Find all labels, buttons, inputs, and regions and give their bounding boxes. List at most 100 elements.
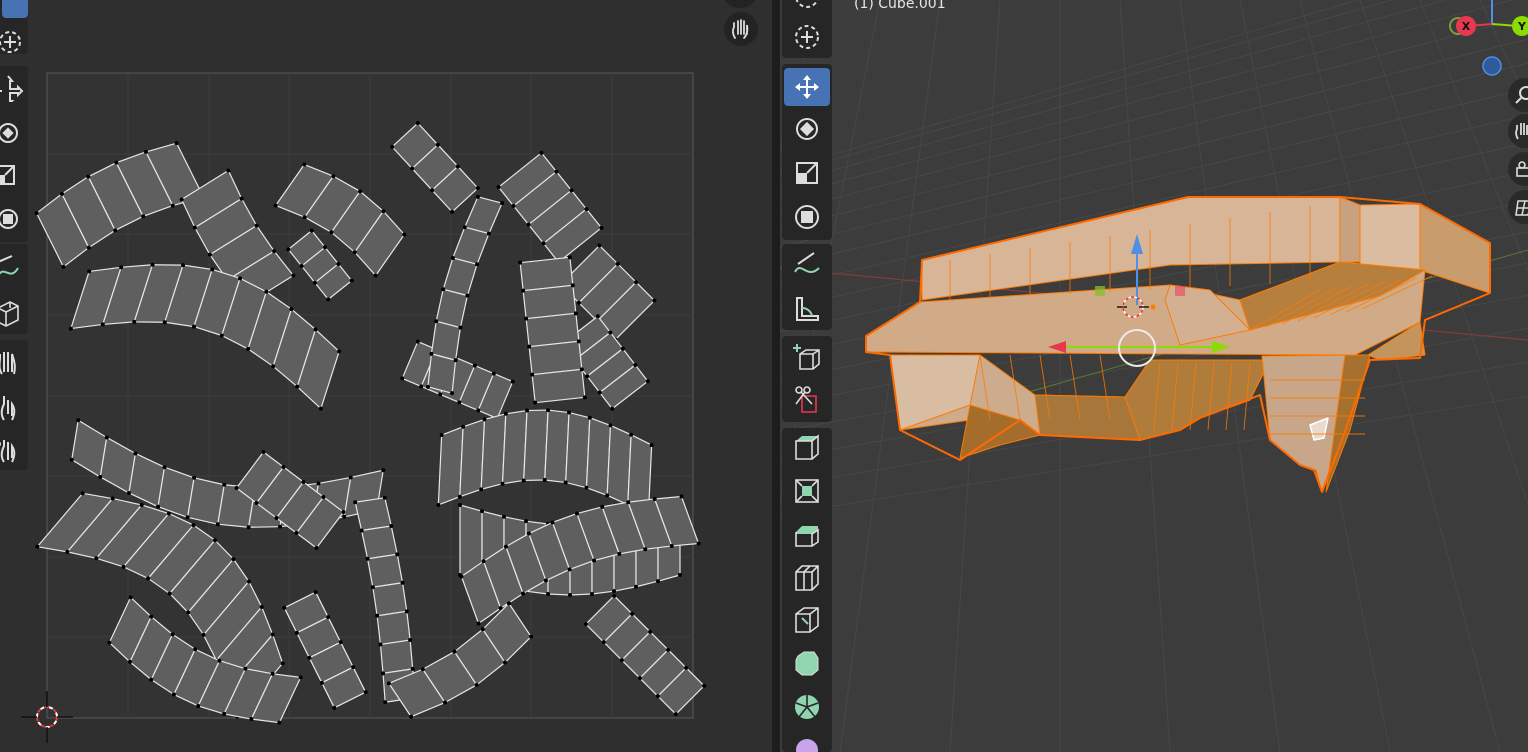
uv-vertex[interactable]	[86, 174, 91, 179]
uv-face[interactable]	[531, 368, 586, 404]
uv-vertex[interactable]	[533, 400, 538, 405]
uv-vertex[interactable]	[280, 661, 285, 666]
uv-editor[interactable]	[0, 0, 772, 752]
uv-vertex[interactable]	[475, 186, 480, 191]
uv-vertex[interactable]	[174, 141, 179, 146]
uv-vertex[interactable]	[143, 149, 148, 154]
uv-vertex[interactable]	[68, 326, 73, 331]
uv-vertex[interactable]	[420, 667, 425, 672]
uv-vertex[interactable]	[207, 252, 212, 257]
uv-vertex[interactable]	[584, 485, 589, 490]
uv-vertex[interactable]	[673, 712, 678, 717]
uv-vertex[interactable]	[617, 551, 622, 556]
uv-vertex[interactable]	[294, 630, 299, 635]
uv-vertex[interactable]	[458, 503, 462, 507]
uv-vertex[interactable]	[541, 241, 546, 246]
uv-vertex[interactable]	[166, 511, 171, 516]
uv-vertex[interactable]	[527, 344, 532, 349]
uv-vertex[interactable]	[567, 567, 572, 572]
uv-face[interactable]	[480, 413, 507, 490]
uv-vertex[interactable]	[119, 265, 124, 270]
uv-vertex[interactable]	[150, 262, 155, 267]
uv-vertex[interactable]	[546, 592, 550, 597]
uv-vertex[interactable]	[307, 655, 312, 660]
uv-vertex[interactable]	[277, 720, 282, 725]
uv-vertex[interactable]	[502, 514, 506, 519]
uv-vertex[interactable]	[652, 298, 657, 303]
uv-vertex[interactable]	[462, 225, 467, 230]
uv-vertex[interactable]	[181, 263, 186, 268]
uv-face[interactable]	[606, 424, 632, 506]
uv-vertex[interactable]	[525, 408, 530, 413]
uv-vertex[interactable]	[465, 293, 470, 298]
uv-vertex[interactable]	[113, 228, 118, 233]
uv-vertex[interactable]	[496, 185, 501, 190]
uv-vertex[interactable]	[222, 711, 227, 716]
uv-vertex[interactable]	[608, 330, 613, 335]
uv-vertex[interactable]	[455, 164, 460, 169]
mesh-object[interactable]	[865, 196, 1491, 493]
uv-vertex[interactable]	[246, 346, 251, 351]
uv-vertex[interactable]	[254, 501, 259, 505]
uv-vertex[interactable]	[563, 480, 568, 485]
uv-vertex[interactable]	[475, 262, 480, 267]
uv-vertex[interactable]	[98, 474, 103, 479]
uv-vertex[interactable]	[472, 363, 477, 368]
uv-vertex[interactable]	[363, 690, 368, 695]
gizmo-y-axis[interactable]: Y	[1512, 16, 1528, 36]
tool-smooth[interactable]	[784, 644, 830, 682]
3d-viewport[interactable]: (1) Cube.001 X Y	[780, 0, 1528, 752]
uv-vertex[interactable]	[86, 245, 91, 250]
uv-vertex[interactable]	[599, 225, 604, 230]
uv-vertex[interactable]	[299, 264, 304, 269]
uv-vertex[interactable]	[480, 627, 485, 632]
uv-vertex[interactable]	[273, 203, 278, 208]
uv-face[interactable]	[372, 582, 408, 617]
uv-face[interactable]	[379, 639, 414, 674]
uv-vertex[interactable]	[133, 451, 138, 456]
uv-face[interactable]	[585, 417, 612, 496]
uv-vertex[interactable]	[597, 390, 602, 395]
uv-vertex[interactable]	[281, 465, 286, 469]
uv-vertex[interactable]	[400, 376, 405, 381]
uv-vertex[interactable]	[666, 647, 671, 652]
uv-vertex[interactable]	[576, 339, 581, 344]
uv-vertex[interactable]	[503, 544, 508, 549]
uv-face[interactable]	[427, 353, 457, 394]
uv-vertex[interactable]	[574, 511, 579, 516]
uv-vertex[interactable]	[443, 700, 448, 705]
uv-face[interactable]	[501, 409, 528, 485]
uv-vertex[interactable]	[461, 424, 466, 429]
uv-vertex[interactable]	[637, 676, 642, 681]
uv-vertex[interactable]	[567, 410, 572, 415]
uv-vertex[interactable]	[318, 406, 323, 411]
uv-vertex[interactable]	[294, 531, 299, 535]
uv-vertex[interactable]	[186, 610, 191, 615]
uv-vertex[interactable]	[500, 481, 505, 486]
uv-vertex[interactable]	[201, 632, 206, 637]
uv-vertex[interactable]	[573, 311, 578, 316]
uv-vertex[interactable]	[600, 504, 605, 509]
uv-vertex[interactable]	[156, 504, 161, 509]
uv-vertex[interactable]	[114, 160, 119, 165]
uv-vertex[interactable]	[365, 556, 370, 561]
uv-vertex[interactable]	[645, 379, 650, 384]
editor-divider[interactable]	[772, 0, 780, 752]
uv-vertex[interactable]	[375, 613, 380, 618]
uv-vertex[interactable]	[612, 593, 617, 598]
uv-vertex[interactable]	[474, 682, 479, 687]
uv-vertex[interactable]	[419, 384, 424, 389]
uv-vertex[interactable]	[213, 538, 218, 543]
uv-vertex[interactable]	[648, 629, 653, 634]
uv-vertex[interactable]	[146, 576, 151, 581]
uv-vertex[interactable]	[170, 203, 175, 208]
uv-vertex[interactable]	[476, 408, 481, 413]
uv-vertex[interactable]	[679, 494, 684, 499]
uv-vertex[interactable]	[210, 267, 215, 272]
uv-vertex[interactable]	[386, 681, 391, 686]
uv-vertex[interactable]	[526, 222, 531, 227]
uv-vertex[interactable]	[450, 209, 455, 214]
uv-vertex[interactable]	[100, 322, 105, 327]
uv-vertex[interactable]	[479, 487, 484, 492]
uv-vertex[interactable]	[274, 516, 279, 520]
